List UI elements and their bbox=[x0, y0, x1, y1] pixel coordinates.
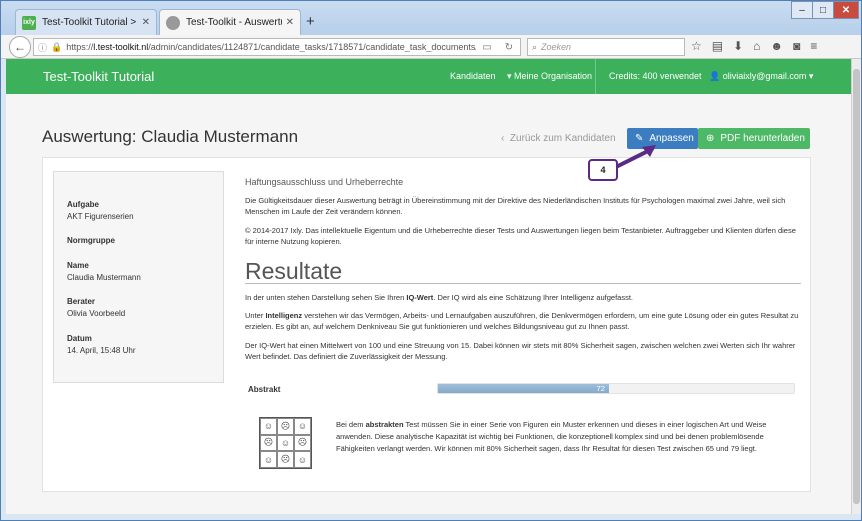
grid-cell: ☺ bbox=[294, 451, 311, 468]
date-value: 14. April, 15:48 Uhr bbox=[67, 346, 136, 355]
nav-divider bbox=[595, 59, 596, 94]
brand-title[interactable]: Test-Toolkit Tutorial bbox=[43, 69, 154, 84]
advisor-value: Olivia Voorbeeld bbox=[67, 309, 126, 318]
smiley-grid-icon: ☺ ☹ ☺ ☹ ☺ ☹ ☺ ☹ ☺ bbox=[259, 417, 312, 469]
ixly-favicon-icon: ixly bbox=[22, 15, 36, 30]
results-heading: Resultate bbox=[245, 258, 343, 284]
score-bar: 72 bbox=[437, 383, 795, 394]
reload-icon[interactable]: ↻ bbox=[498, 42, 520, 53]
info-sidebar: Aufgabe AKT Figurenserien Normgruppe Nam… bbox=[53, 171, 224, 383]
download-circle-icon: ⊕ bbox=[706, 133, 715, 144]
validity-paragraph: Die Gültigkeitsdauer dieser Auswertung b… bbox=[245, 196, 786, 216]
iq-stats-paragraph: Der IQ-Wert hat einen Mittelwert von 100… bbox=[245, 341, 796, 361]
pocket-icon[interactable]: ◙ bbox=[793, 39, 800, 53]
address-bar[interactable]: ⓘ 🔒 https://l.test-toolkit.nl/admin/cand… bbox=[33, 38, 521, 56]
step-callout: 4 bbox=[588, 159, 618, 181]
back-to-candidate-link[interactable]: ‹ Zurück zum Kandidaten bbox=[501, 133, 616, 144]
date-label: Datum bbox=[67, 334, 92, 343]
grid-cell: ☺ bbox=[294, 418, 311, 435]
lock-icon[interactable]: 🔒 bbox=[51, 42, 62, 53]
iq-intro-paragraph: In der unten stehen Darstellung sehen Si… bbox=[245, 293, 633, 302]
grid-cell: ☹ bbox=[294, 434, 311, 452]
home-icon[interactable]: ⌂ bbox=[753, 39, 760, 53]
search-icon: ⌕ bbox=[532, 41, 538, 52]
grid-cell: ☺ bbox=[260, 451, 277, 468]
reader-view-icon[interactable]: ▭ bbox=[476, 42, 498, 53]
page-title: Auswertung: Claudia Mustermann bbox=[42, 127, 299, 146]
new-tab-button[interactable]: + bbox=[306, 13, 315, 30]
nav-organisation[interactable]: ▾ Meine Organisation bbox=[507, 71, 592, 82]
scrollbar-thumb[interactable] bbox=[853, 69, 860, 504]
close-window-button[interactable]: ✕ bbox=[833, 1, 859, 19]
user-menu[interactable]: 👤 oliviaixly@gmail.com ▾ bbox=[709, 71, 813, 82]
advisor-label: Berater bbox=[67, 297, 96, 306]
minimize-button[interactable]: – bbox=[791, 1, 813, 19]
chevron-left-icon: ‹ bbox=[501, 133, 505, 144]
tab-tutorial[interactable]: ixly Test-Toolkit Tutorial > Ixly ✕ bbox=[15, 9, 157, 35]
results-divider bbox=[245, 283, 801, 284]
callout-arrow-icon bbox=[614, 145, 656, 169]
name-value: Claudia Mustermann bbox=[67, 273, 141, 282]
pdf-download-button[interactable]: ⊕ PDF herunterladen bbox=[698, 128, 810, 149]
copyright-paragraph: © 2014-2017 Ixly. Das intellektuelle Eig… bbox=[245, 226, 796, 246]
close-tab-icon[interactable]: ✕ bbox=[286, 17, 294, 28]
name-label: Name bbox=[67, 261, 89, 270]
tab-auswertung[interactable]: Test-Toolkit - Auswertung:... ✕ bbox=[159, 9, 301, 35]
grid-cell: ☺ bbox=[277, 434, 294, 452]
user-icon: 👤 bbox=[709, 71, 721, 81]
toolbar-icons: ☆ ▤ ⬇ ⌂ ☻ ◙ ≡ bbox=[691, 39, 817, 53]
chat-icon[interactable]: ☻ bbox=[770, 39, 783, 53]
maximize-button[interactable]: □ bbox=[812, 1, 834, 19]
intelligence-paragraph: Unter Intelligenz verstehen wir das Verm… bbox=[245, 311, 799, 331]
task-label: Aufgabe bbox=[67, 200, 99, 209]
norm-label: Normgruppe bbox=[67, 236, 115, 245]
grid-cell: ☹ bbox=[277, 451, 294, 468]
grid-cell: ☹ bbox=[277, 418, 294, 435]
page-scrollbar[interactable] bbox=[851, 59, 861, 514]
menu-icon[interactable]: ≡ bbox=[810, 39, 817, 53]
app-navbar: Test-Toolkit Tutorial Kandidaten ▾ Meine… bbox=[6, 59, 851, 94]
credits-status: Credits: 400 verwendet bbox=[609, 71, 702, 81]
nav-candidates[interactable]: Kandidaten bbox=[450, 71, 496, 81]
score-bar-fill: 72 bbox=[438, 384, 609, 393]
score-value: 72 bbox=[596, 384, 605, 393]
bookmark-star-icon[interactable]: ☆ bbox=[691, 39, 702, 53]
close-tab-icon[interactable]: ✕ bbox=[142, 17, 150, 28]
browser-window: ixly Test-Toolkit Tutorial > Ixly ✕ Test… bbox=[0, 0, 862, 521]
disclaimer-title: Haftungsausschluss und Urheberrechte bbox=[245, 177, 404, 187]
tab-label: Test-Toolkit - Auswertung:... bbox=[186, 17, 282, 28]
task-value: AKT Figurenserien bbox=[67, 212, 134, 221]
abstract-test-paragraph: Bei dem abstrakten Test müssen Sie in ei… bbox=[336, 420, 767, 453]
browser-toolbar: ← ⓘ 🔒 https://l.test-toolkit.nl/admin/ca… bbox=[1, 35, 861, 59]
back-arrow-icon[interactable]: ← bbox=[9, 36, 31, 58]
grid-cell: ☺ bbox=[260, 418, 277, 435]
url-text[interactable]: https://l.test-toolkit.nl/admin/candidat… bbox=[66, 42, 476, 52]
info-icon[interactable]: ⓘ bbox=[38, 41, 47, 54]
grid-cell: ☹ bbox=[260, 434, 277, 452]
score-label: Abstrakt bbox=[248, 385, 281, 394]
web-page: Test-Toolkit Tutorial Kandidaten ▾ Meine… bbox=[6, 59, 851, 514]
title-bar: ixly Test-Toolkit Tutorial > Ixly ✕ Test… bbox=[1, 1, 861, 35]
search-input[interactable]: ⌕ Zoeken bbox=[527, 38, 685, 56]
clipboard-icon[interactable]: ▤ bbox=[712, 39, 723, 53]
download-icon[interactable]: ⬇ bbox=[733, 39, 743, 53]
page-favicon-icon bbox=[166, 15, 180, 30]
tab-label: Test-Toolkit Tutorial > Ixly bbox=[42, 17, 138, 28]
